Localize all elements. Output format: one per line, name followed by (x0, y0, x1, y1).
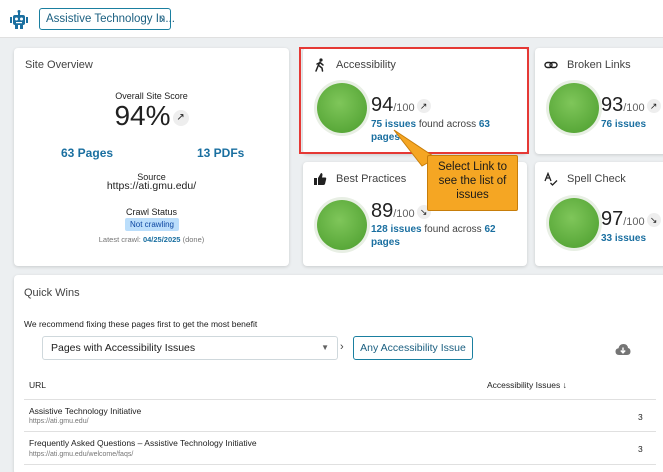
site-select-button[interactable]: Assistive Technology In... › (39, 8, 175, 30)
spell-check-score-value: 97 (601, 208, 624, 230)
broken-links-score-of: /100 (623, 102, 645, 114)
column-header-url[interactable]: URL (29, 380, 46, 390)
spell-check-title: Spell Check (567, 173, 626, 185)
top-bar: Assistive Technology In... › (0, 0, 663, 38)
latest-crawl-prefix: Latest crawl: (98, 235, 141, 244)
best-practices-pages-link[interactable]: 62 (484, 224, 495, 235)
overall-score-value: 94% (114, 100, 171, 131)
issue-filter-button[interactable]: Any Accessibility Issue (353, 336, 473, 360)
column-header-issues-label: Accessibility Issues (487, 380, 561, 390)
trending-icon: ↗ (646, 98, 661, 113)
best-practices-score-value: 89 (371, 200, 394, 222)
annotation-callout: Select Link to see the list of issues (427, 155, 518, 211)
best-practices-score: 89/100 ↘ (371, 200, 431, 223)
site-overview-title: Site Overview (25, 59, 93, 71)
row-page-url: https://ati.gmu.edu/ (29, 418, 89, 425)
caret-down-icon: ▼ (321, 343, 329, 352)
column-header-issues[interactable]: Accessibility Issues ↓ (487, 380, 567, 390)
broken-links-card[interactable]: Broken Links 93/100 ↗ 76 issues (535, 48, 663, 154)
best-practices-gauge (317, 200, 367, 250)
page-filter-select[interactable]: Pages with Accessibility Issues ▼ (42, 336, 338, 360)
trending-icon: ↗ (172, 109, 189, 126)
pdfs-link[interactable]: 13 PDFs (197, 146, 244, 160)
broken-links-title: Broken Links (567, 59, 631, 71)
best-practices-issues: 128 issues found across 62 pages (371, 223, 501, 249)
row-page-url: https://ati.gmu.edu/welcome/faqs/ (29, 451, 134, 458)
broken-links-score-value: 93 (601, 94, 624, 116)
row-issue-count: 3 (638, 412, 643, 422)
chevron-right-icon: › (160, 12, 164, 26)
sort-arrow-down-icon: ↓ (562, 380, 567, 390)
spell-check-score: 97/100 ↘ (601, 208, 661, 231)
table-divider (24, 464, 656, 465)
pages-link[interactable]: 63 Pages (61, 146, 113, 160)
spellcheck-icon (544, 172, 558, 186)
quick-wins-description: We recommend fixing these pages first to… (24, 319, 258, 329)
callout-line-2: see the list of (438, 175, 507, 187)
callout-line-1: Select Link to (437, 161, 508, 173)
row-page-title: Frequently Asked Questions – Assistive T… (29, 438, 257, 448)
spell-check-issues-link[interactable]: 33 issues (601, 233, 646, 244)
quick-wins-card: Quick Wins We recommend fixing these pag… (14, 275, 663, 472)
table-divider (24, 431, 656, 432)
crawl-status-label: Crawl Status (125, 207, 178, 217)
quick-wins-title: Quick Wins (24, 287, 80, 299)
site-select-label: Assistive Technology In... (46, 13, 175, 25)
row-page-title: Assistive Technology Initiative (29, 406, 142, 416)
source-value: https://ati.gmu.edu/ (106, 180, 197, 192)
spell-check-card[interactable]: Spell Check 97/100 ↘ 33 issues (535, 162, 663, 266)
latest-crawl: Latest crawl: 04/25/2025 (done) (14, 235, 289, 244)
link-icon (544, 61, 558, 69)
best-practices-issues-mid: found across (424, 224, 482, 235)
page-filter-value: Pages with Accessibility Issues (51, 342, 196, 354)
spell-check-gauge (549, 198, 599, 248)
cloud-download-icon[interactable] (615, 343, 631, 357)
chevron-right-icon: › (340, 341, 344, 353)
best-practices-issues-link[interactable]: 128 issues (371, 224, 422, 235)
broken-links-issues: 76 issues (601, 118, 646, 131)
table-divider (24, 399, 656, 400)
best-practices-pages-word[interactable]: pages (371, 237, 400, 248)
latest-crawl-date: 04/25/2025 (142, 235, 181, 244)
callout-line-3: issues (456, 189, 489, 201)
row-issue-count: 3 (638, 444, 643, 454)
best-practices-title: Best Practices (336, 173, 407, 185)
site-overview-card: Site Overview Overall Site Score 94% ↗ 63… (14, 48, 289, 266)
crawl-status-badge: Not crawling (125, 218, 179, 231)
thumbs-up-icon (314, 173, 327, 185)
overall-score: 94% ↗ (14, 100, 289, 132)
robot-logo-icon[interactable] (10, 10, 28, 30)
spell-check-score-of: /100 (623, 216, 645, 228)
best-practices-score-of: /100 (393, 208, 415, 220)
spell-check-issues: 33 issues (601, 232, 646, 245)
broken-links-issues-link[interactable]: 76 issues (601, 119, 646, 130)
broken-links-score: 93/100 ↗ (601, 94, 661, 117)
broken-links-gauge (549, 83, 599, 133)
latest-crawl-suffix: (done) (182, 235, 205, 244)
trending-down-icon: ↘ (646, 212, 661, 227)
